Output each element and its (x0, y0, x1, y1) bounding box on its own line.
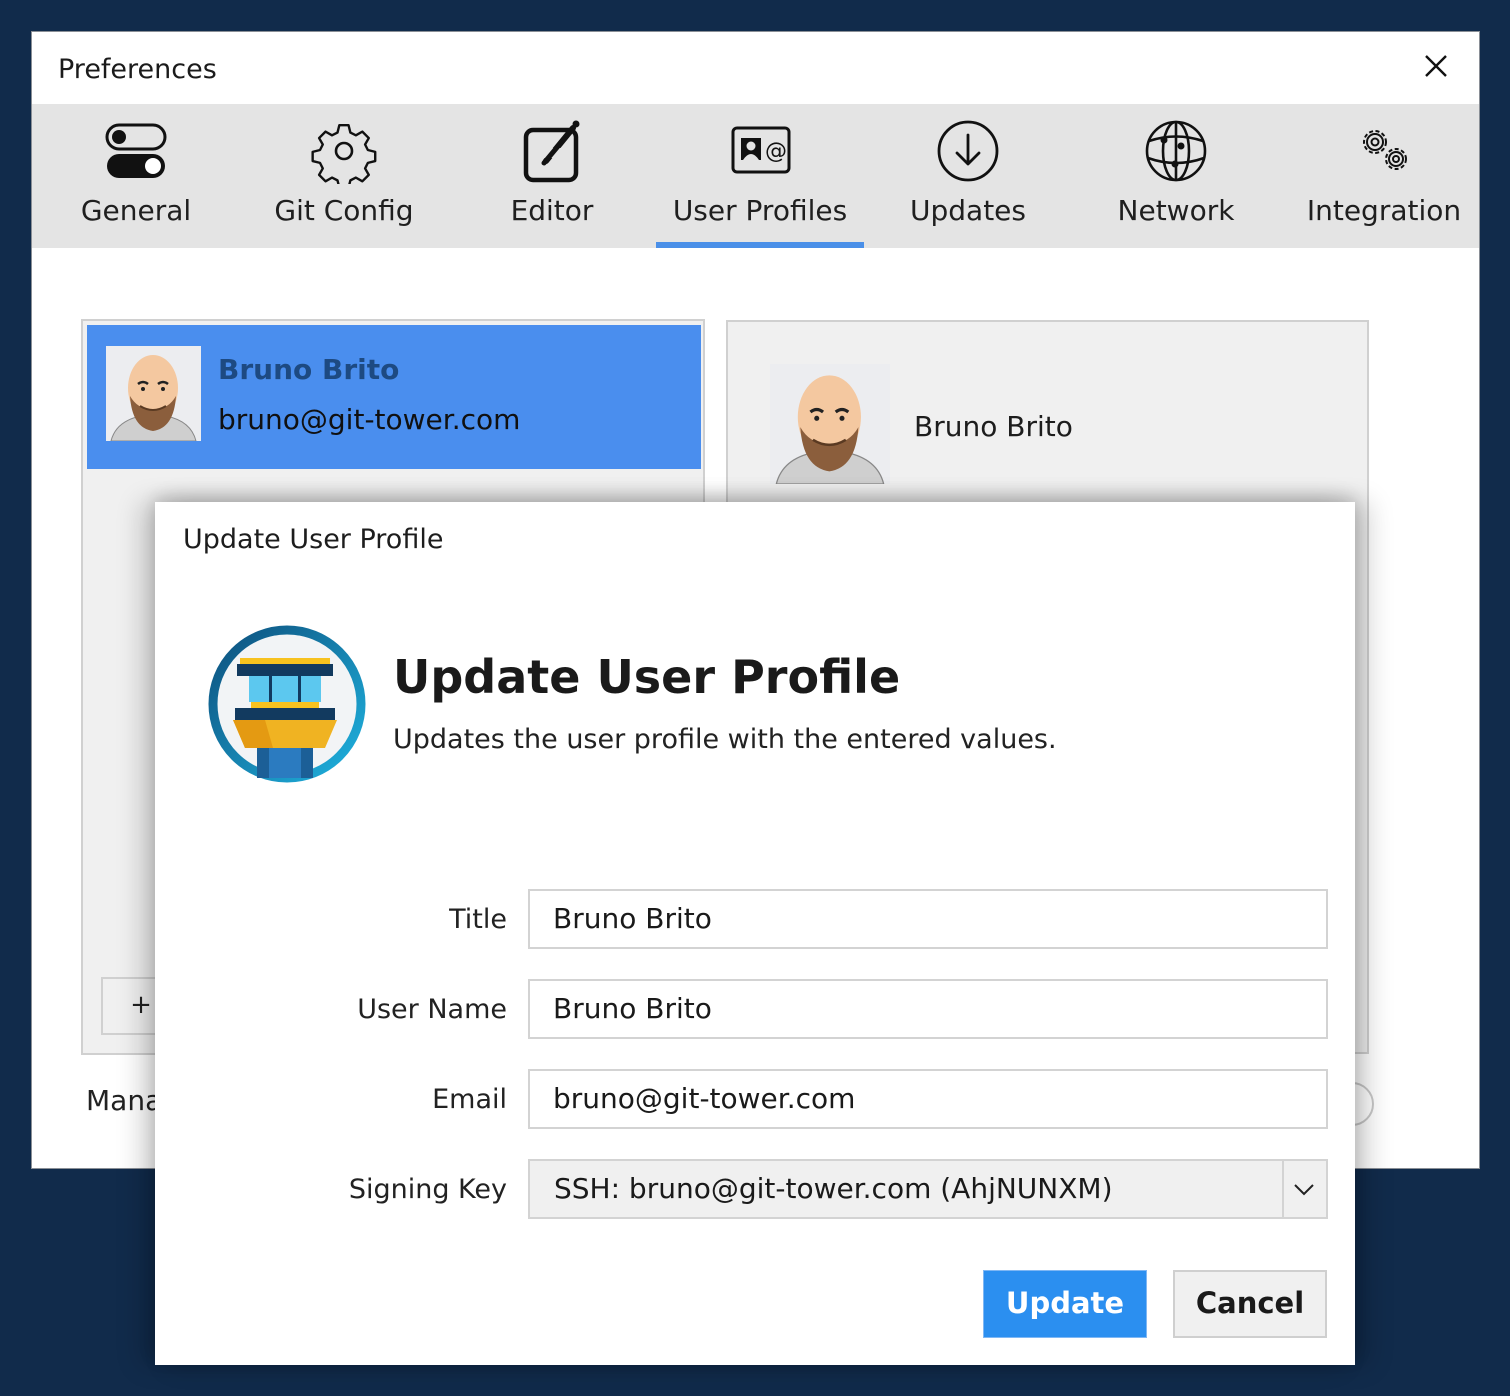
email-label: Email (432, 1084, 507, 1115)
manage-label: Mana (86, 1084, 163, 1117)
download-circle-icon (937, 120, 999, 182)
tab-updates[interactable]: Updates (864, 104, 1072, 248)
close-button[interactable] (1420, 50, 1452, 82)
gear-icon (311, 123, 377, 184)
update-profile-dialog: Update User Profile Update User Profile … (155, 502, 1355, 1365)
signing-key-value: SSH: bruno@git-tower.com (AhjNUNXM) (554, 1172, 1113, 1205)
tab-label: Integration (1306, 194, 1462, 227)
tab-label: Git Config (274, 194, 414, 227)
globe-network-icon (1145, 120, 1207, 182)
tab-user-profiles[interactable]: @ User Profiles (656, 104, 864, 248)
tab-git-config[interactable]: Git Config (240, 104, 448, 248)
toggle-switches-icon (105, 123, 167, 178)
tab-integration[interactable]: Integration (1280, 104, 1488, 248)
profile-list-item[interactable]: Bruno Brito bruno@git-tower.com (87, 325, 701, 469)
profile-detail-name: Bruno Brito (914, 410, 1073, 443)
contact-card-icon: @ (731, 126, 791, 174)
svg-text:@: @ (765, 139, 787, 164)
tab-label: User Profiles (672, 194, 848, 227)
close-icon (1425, 55, 1447, 77)
active-tab-indicator (656, 242, 864, 248)
dialog-subtitle: Updates the user profile with the entere… (393, 724, 1057, 755)
title-label: Title (449, 904, 507, 935)
edit-pencil-icon (523, 120, 580, 183)
avatar (106, 346, 201, 441)
tab-general[interactable]: General (32, 104, 240, 248)
user-name-label: User Name (357, 994, 507, 1025)
title-field[interactable]: Bruno Brito (528, 889, 1328, 949)
cancel-button[interactable]: Cancel (1173, 1270, 1327, 1338)
window-title: Preferences (58, 54, 217, 85)
tab-label: General (80, 194, 192, 227)
avatar (770, 364, 890, 484)
dialog-window-title: Update User Profile (183, 524, 444, 555)
signing-key-label: Signing Key (348, 1174, 507, 1205)
profile-name: Bruno Brito (218, 353, 400, 386)
user-name-field[interactable]: Bruno Brito (528, 979, 1328, 1039)
signing-key-select[interactable]: SSH: bruno@git-tower.com (AhjNUNXM) (528, 1159, 1328, 1219)
preferences-toolbar: General Git Config Editor @ User Profile… (32, 104, 1479, 248)
tab-network[interactable]: Network (1072, 104, 1280, 248)
gears-icon (1363, 130, 1407, 170)
chevron-down-icon (1294, 1184, 1314, 1196)
dialog-heading: Update User Profile (393, 650, 901, 704)
tower-app-logo-icon (208, 625, 366, 783)
update-button[interactable]: Update (983, 1270, 1147, 1338)
tab-label: Network (1117, 194, 1235, 227)
email-field[interactable]: bruno@git-tower.com (528, 1069, 1328, 1129)
tab-label: Updates (910, 194, 1026, 227)
tab-editor[interactable]: Editor (448, 104, 656, 248)
tab-label: Editor (510, 194, 594, 227)
dropdown-toggle[interactable] (1282, 1161, 1326, 1217)
profile-email: bruno@git-tower.com (218, 403, 521, 436)
